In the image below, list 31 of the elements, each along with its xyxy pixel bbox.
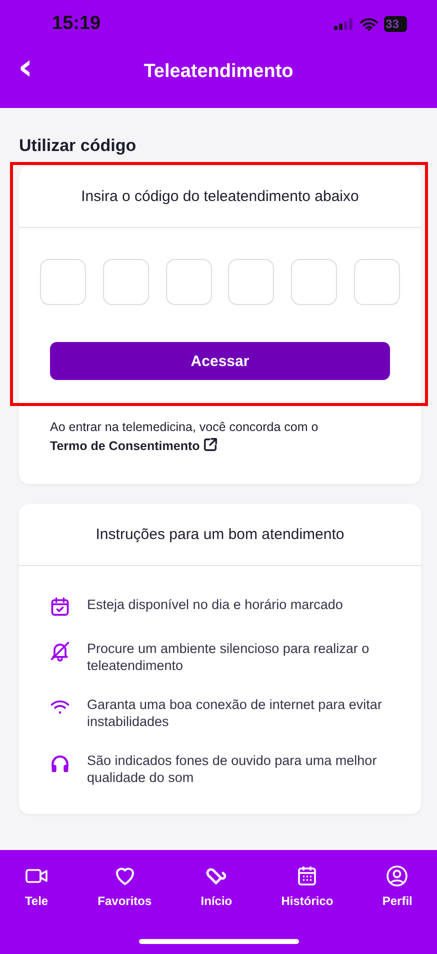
- code-digit-field[interactable]: [228, 259, 274, 305]
- external-link-icon: [202, 437, 218, 452]
- nav-tab[interactable]: Perfil: [382, 864, 412, 908]
- access-button[interactable]: Acessar: [50, 342, 390, 380]
- instruction-text: Esteja disponível no dia e horário marcado: [87, 596, 343, 613]
- status-time: 15:19: [52, 13, 101, 35]
- bell-off-icon: [49, 640, 71, 662]
- card-title: Instruções para um bom atendimento: [96, 525, 344, 544]
- battery-indicator: 33: [384, 16, 407, 32]
- code-digit-field[interactable]: [102, 259, 149, 305]
- wifi-icon: [360, 18, 378, 30]
- nav-tab[interactable]: Início: [200, 864, 232, 908]
- back-button[interactable]: ‹: [14, 50, 37, 86]
- nav-tab[interactable]: Histórico: [281, 864, 334, 908]
- code-digit-field[interactable]: [166, 259, 212, 305]
- code-digit-field[interactable]: [40, 259, 86, 305]
- code-digit-field[interactable]: [291, 259, 338, 305]
- nav-tab[interactable]: Favoritos: [98, 864, 152, 908]
- user-circle-icon: [385, 864, 410, 888]
- consent-link[interactable]: Termo de Consentimento: [50, 439, 200, 453]
- section-title: Utilizar código: [19, 136, 136, 156]
- instruction-text: Procure um ambiente silencioso para realizar o teleatendimento: [87, 640, 370, 674]
- instruction-text: São indicados fones de ouvido para uma melhor qualidade do som: [87, 752, 378, 786]
- signal-icon: [334, 18, 354, 30]
- page-title: Teleatendimento: [144, 61, 294, 83]
- instruction-text: Garanta uma boa conexão de internet para evitar instabilidades: [87, 696, 383, 730]
- calendar-check-icon: [49, 596, 71, 618]
- nav-tab[interactable]: Tele: [24, 864, 49, 908]
- consent-text: Ao entrar na telemedicina, você concorda com o Termo de Consentimento: [49, 419, 320, 455]
- card-title: Insira o código do teleatendimento abaixo: [81, 187, 359, 206]
- code-digit-field[interactable]: [354, 259, 400, 305]
